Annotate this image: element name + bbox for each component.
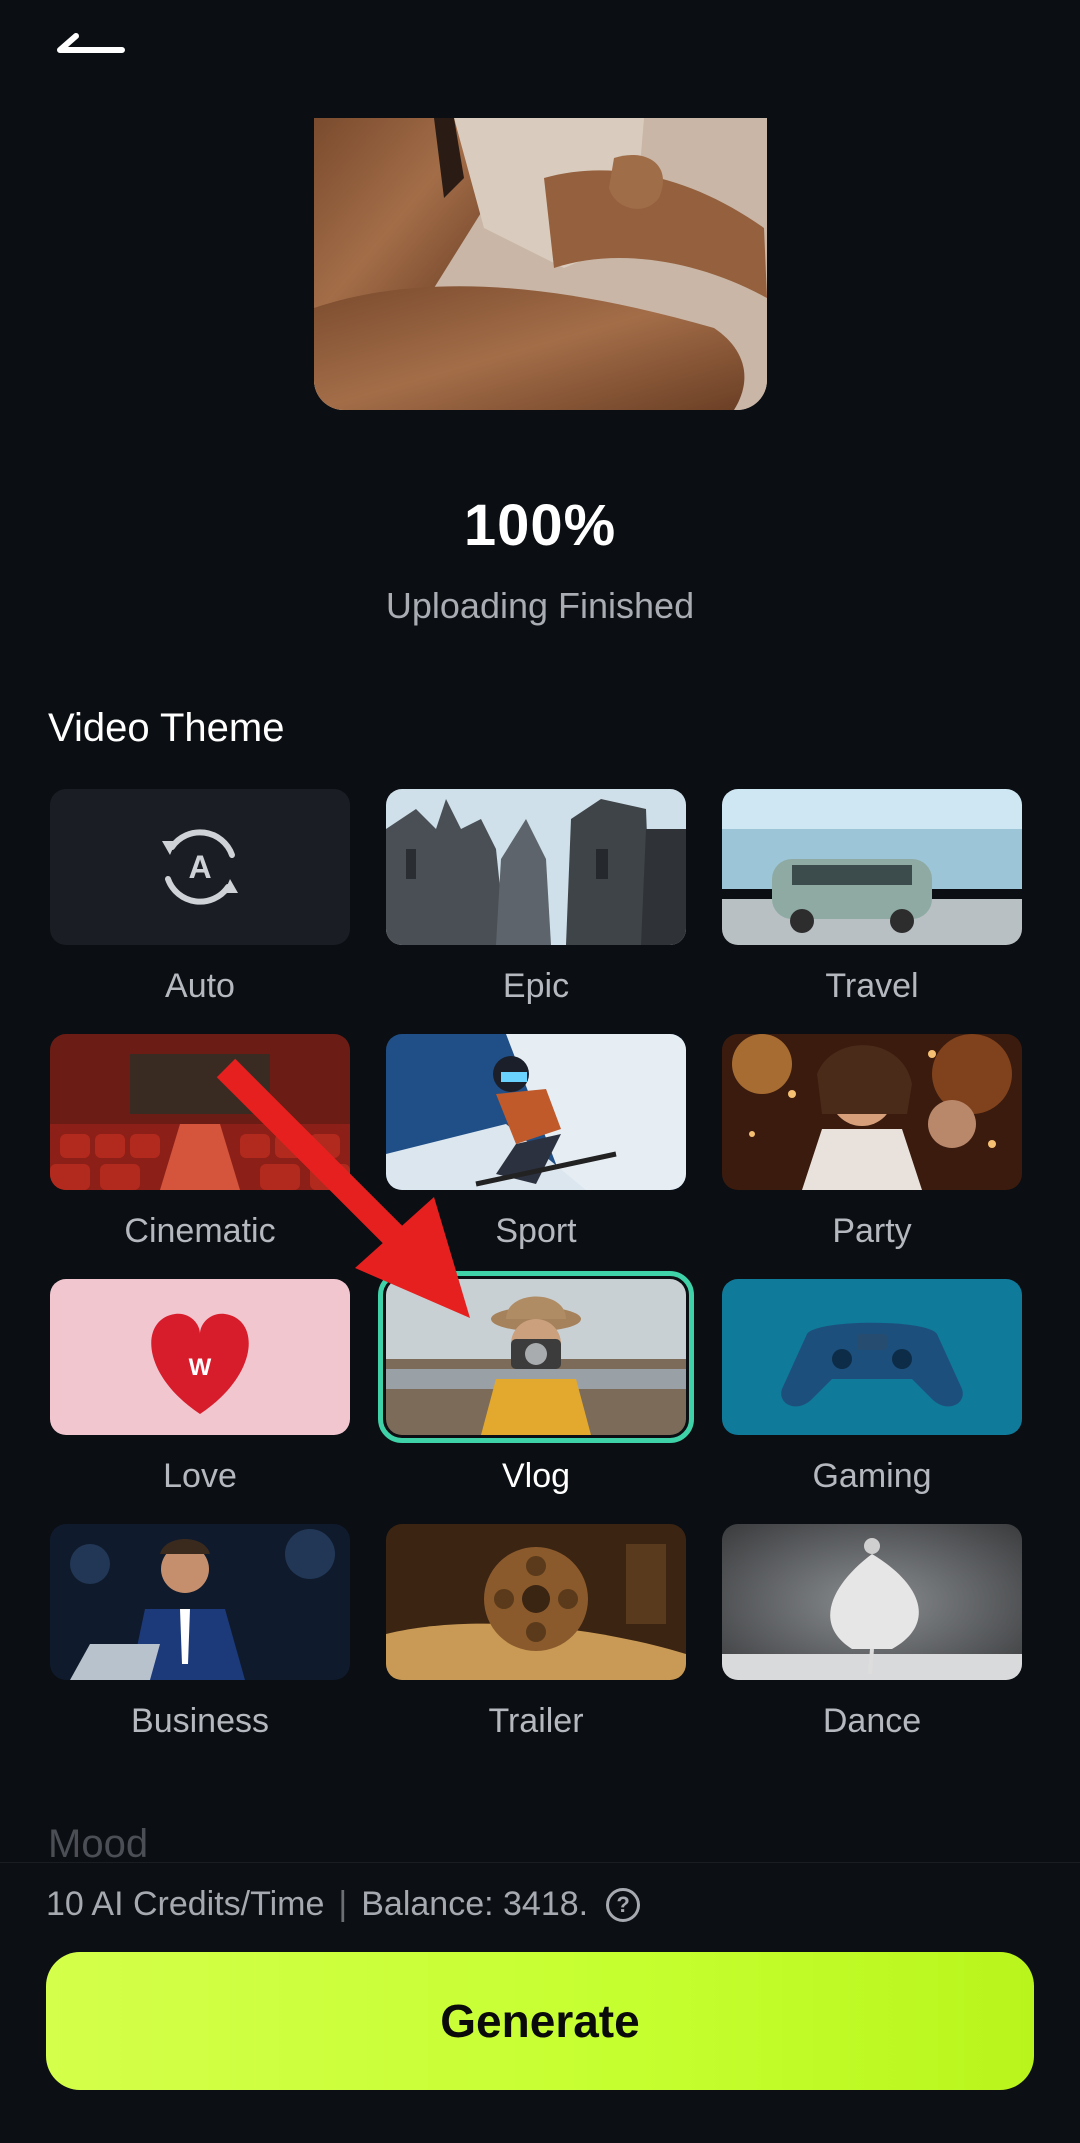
theme-gaming-thumbnail bbox=[722, 1279, 1022, 1435]
video-theme-title: Video Theme bbox=[48, 706, 285, 750]
uploaded-media-preview bbox=[314, 118, 767, 410]
theme-vlog-thumbnail bbox=[378, 1271, 694, 1443]
svg-text:A: A bbox=[188, 849, 211, 885]
theme-label: Party bbox=[832, 1212, 912, 1250]
theme-trailer[interactable]: Trailer bbox=[386, 1524, 686, 1754]
theme-label: Dance bbox=[822, 1702, 922, 1740]
theme-label: Trailer bbox=[488, 1702, 584, 1740]
theme-auto-thumbnail: A bbox=[50, 789, 350, 945]
theme-auto[interactable]: A Auto bbox=[50, 789, 350, 1019]
theme-epic-thumbnail bbox=[386, 789, 686, 945]
theme-dance[interactable]: Dance bbox=[722, 1524, 1022, 1754]
credits-separator: | bbox=[338, 1885, 348, 1923]
theme-label: Gaming bbox=[812, 1457, 932, 1495]
theme-label: Epic bbox=[502, 967, 570, 1005]
theme-gaming[interactable]: Gaming bbox=[722, 1279, 1022, 1509]
generate-button[interactable]: Generate bbox=[46, 1952, 1034, 2090]
mood-title: Mood bbox=[48, 1822, 149, 1866]
credits-balance: Balance: 3418. bbox=[361, 1885, 589, 1923]
theme-business-thumbnail bbox=[50, 1524, 350, 1680]
video-theme-grid: A Auto Epic Travel Cinematic Sport Party… bbox=[50, 789, 1022, 1749]
credits-cost: 10 AI Credits/Time bbox=[46, 1885, 325, 1923]
theme-travel[interactable]: Travel bbox=[722, 789, 1022, 1019]
theme-epic[interactable]: Epic bbox=[386, 789, 686, 1019]
theme-label: Love bbox=[163, 1457, 237, 1495]
question-circle-icon[interactable]: ? bbox=[606, 1887, 641, 1922]
theme-cinematic[interactable]: Cinematic bbox=[50, 1034, 350, 1264]
theme-label: Vlog bbox=[501, 1457, 571, 1495]
back-button[interactable] bbox=[48, 22, 138, 112]
theme-business[interactable]: Business bbox=[50, 1524, 350, 1754]
theme-love[interactable]: W Love bbox=[50, 1279, 350, 1509]
screen: 100% Uploading Finished Video Theme A Au… bbox=[0, 0, 1080, 2143]
theme-sport[interactable]: Sport bbox=[386, 1034, 686, 1264]
theme-party[interactable]: Party bbox=[722, 1034, 1022, 1264]
upload-status-text: Uploading Finished bbox=[385, 585, 695, 626]
upload-progress-percent: 100% bbox=[463, 493, 617, 558]
theme-trailer-thumbnail bbox=[386, 1524, 686, 1680]
theme-dance-thumbnail bbox=[722, 1524, 1022, 1680]
theme-vlog[interactable]: Vlog bbox=[378, 1271, 694, 1509]
credits-info: 10 AI Credits/Time | Balance: 3418. ? bbox=[46, 1885, 641, 1924]
theme-cinematic-thumbnail bbox=[50, 1034, 350, 1190]
svg-text:W: W bbox=[189, 1354, 212, 1381]
theme-label: Travel bbox=[825, 967, 919, 1005]
theme-label: Sport bbox=[495, 1212, 577, 1250]
back-arrow-icon bbox=[57, 33, 125, 53]
theme-label: Business bbox=[131, 1702, 269, 1740]
theme-travel-thumbnail bbox=[722, 789, 1022, 945]
auto-icon: A bbox=[162, 829, 238, 905]
theme-label: Auto bbox=[165, 967, 235, 1005]
theme-love-thumbnail: W bbox=[50, 1279, 350, 1435]
theme-party-thumbnail bbox=[722, 1034, 1022, 1190]
theme-label: Cinematic bbox=[124, 1212, 276, 1250]
theme-sport-thumbnail bbox=[386, 1034, 686, 1190]
